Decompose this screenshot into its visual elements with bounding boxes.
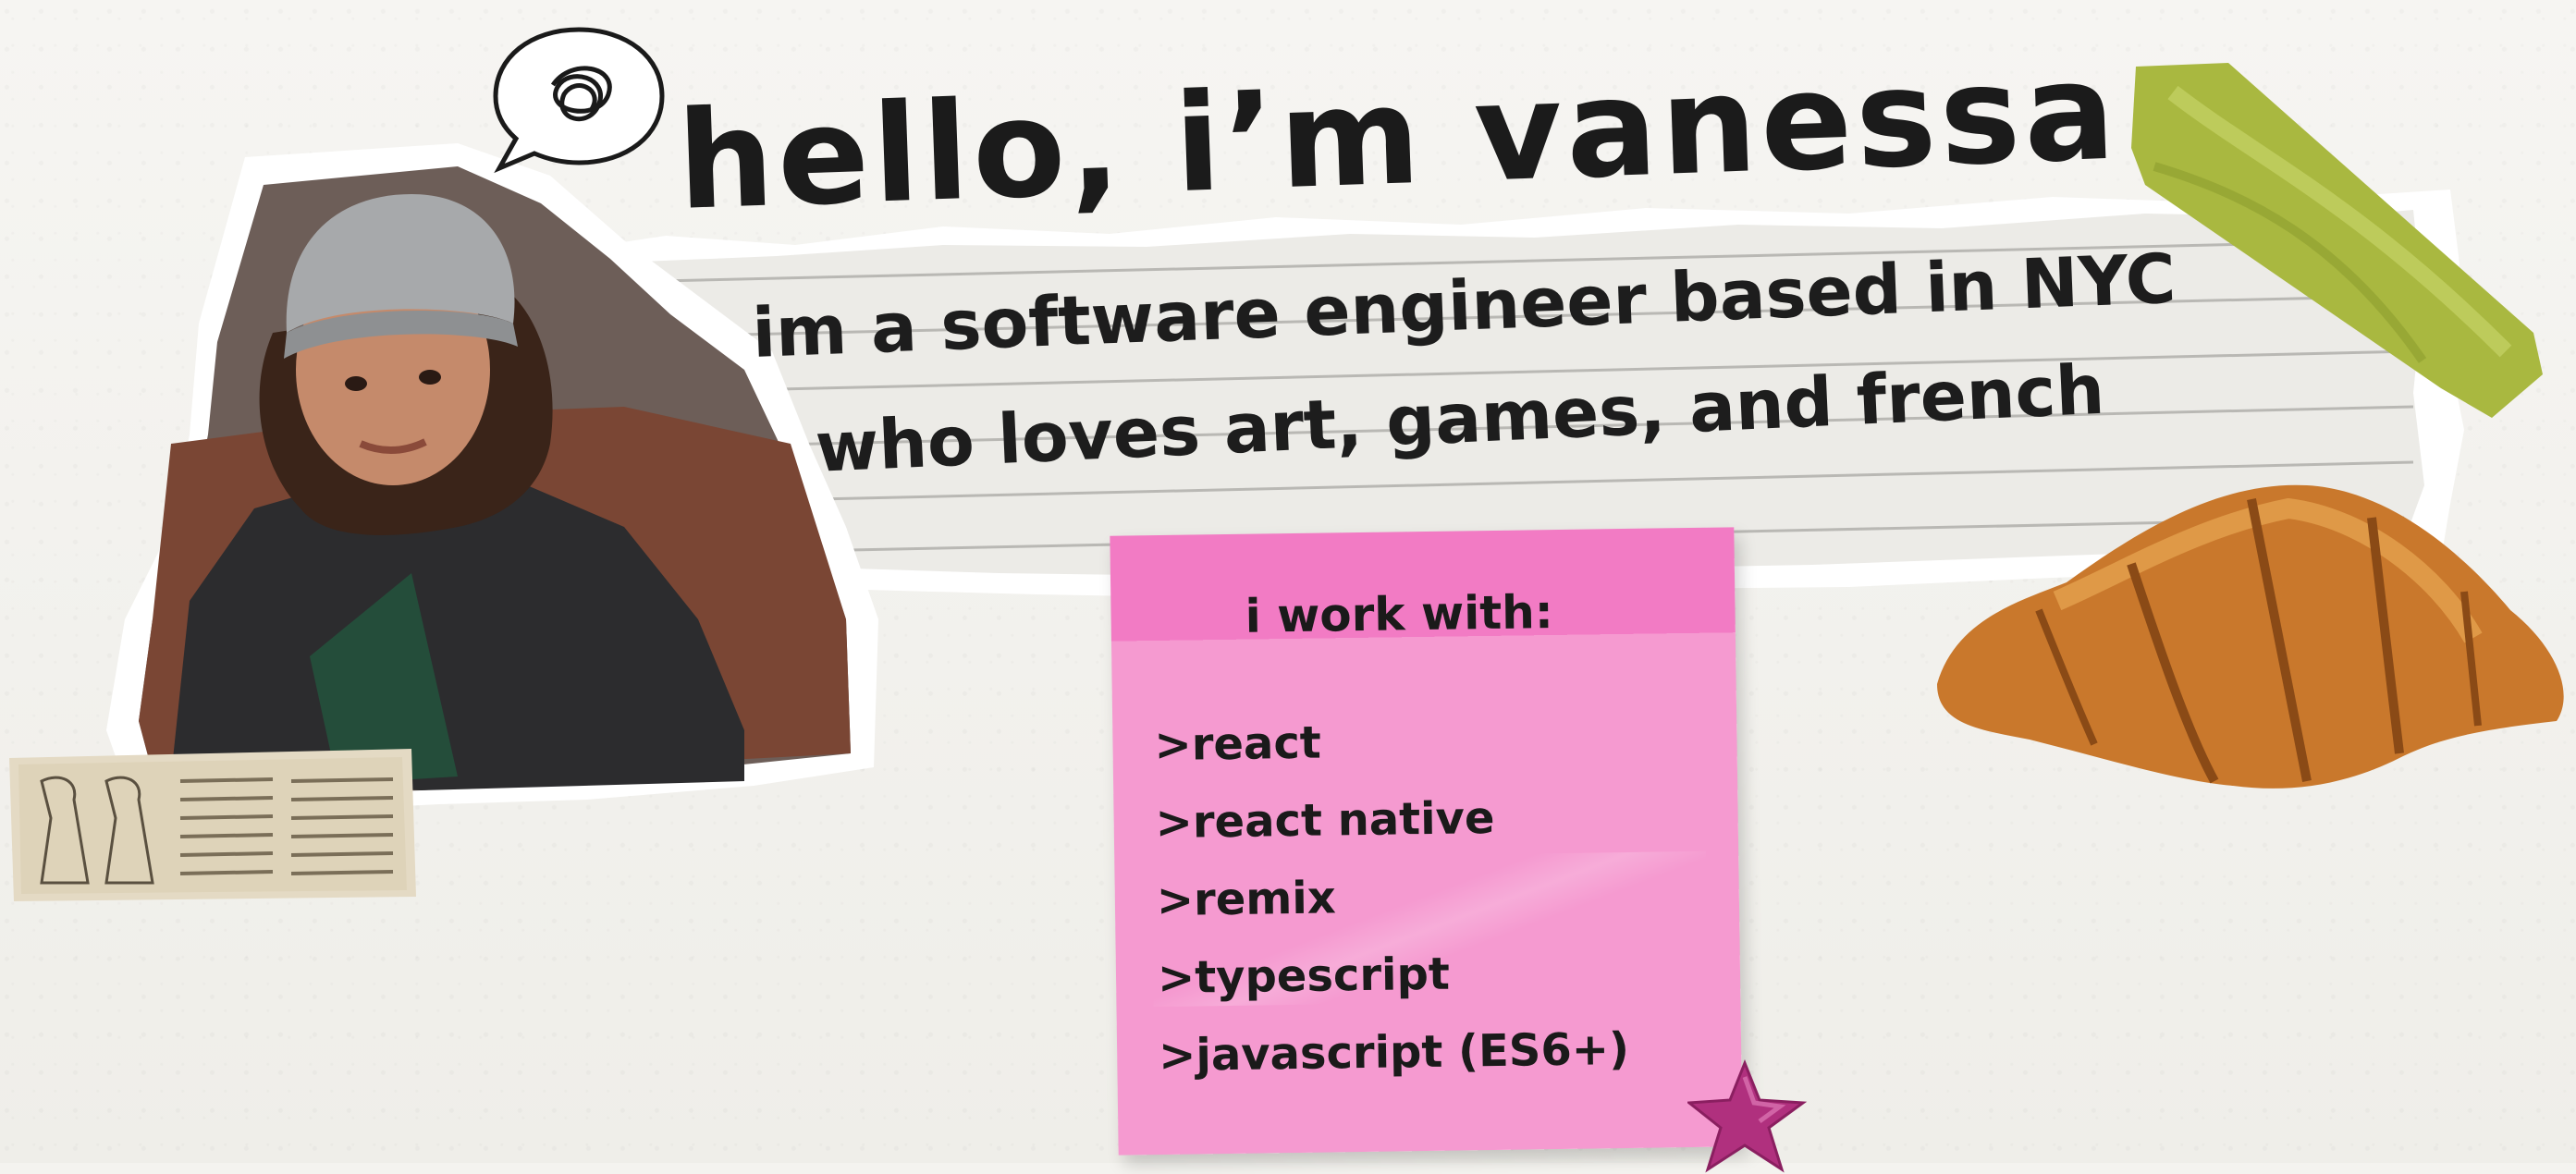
pink-glitter-star-icon (1687, 1058, 1808, 1173)
list-item: >react (1154, 716, 1322, 772)
tech-list: >react >react native >remix >typescript … (1154, 700, 1630, 1095)
list-item: >javascript (ES6+) (1158, 1022, 1630, 1082)
sticky-title: i work with: (1245, 585, 1554, 643)
portrait-photo (106, 143, 878, 812)
list-item: >typescript (1157, 948, 1451, 1005)
green-washi-tape (2131, 63, 2543, 418)
croissant-image (1937, 484, 2564, 789)
list-item: >react native (1155, 791, 1495, 850)
vintage-newspaper-clipping (9, 749, 416, 901)
sticky-note: i work with: >react >react native >remix… (1110, 527, 1743, 1156)
list-item: >remix (1156, 872, 1337, 927)
speech-bubble-scribble-icon (493, 27, 665, 174)
